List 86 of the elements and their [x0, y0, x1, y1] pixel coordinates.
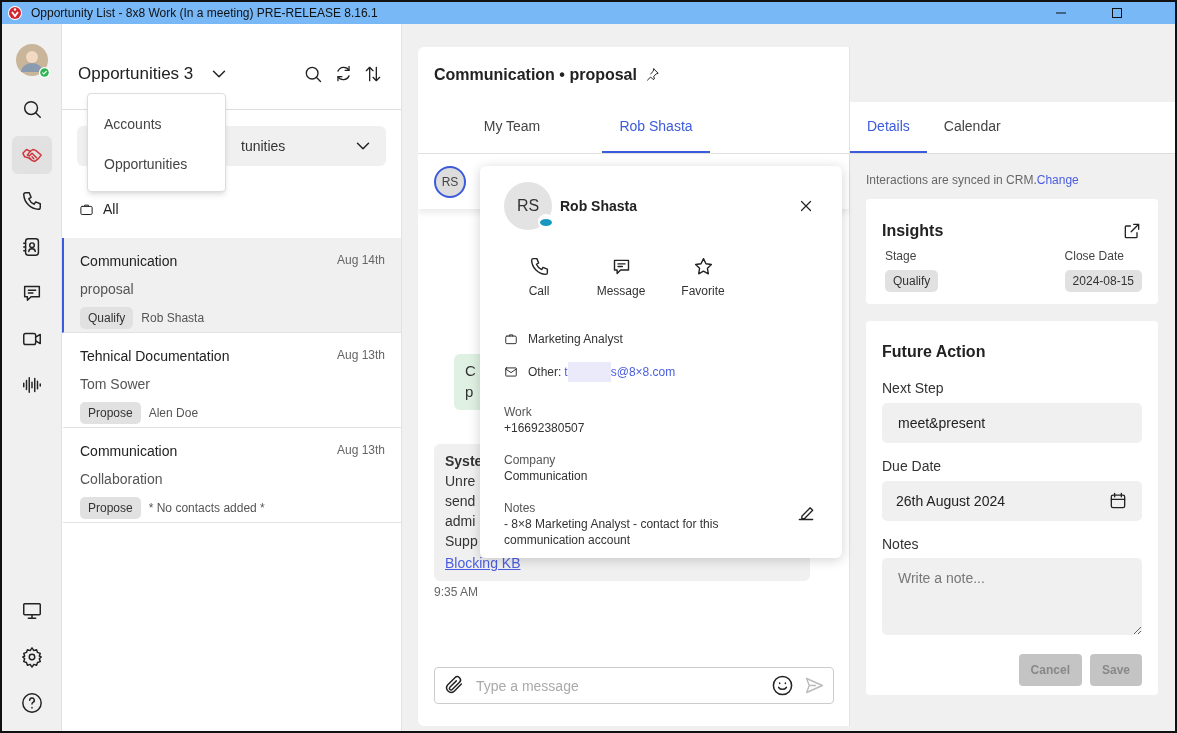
tab[interactable]: Rob Shasta	[602, 102, 710, 153]
message-text: Supp	[445, 532, 478, 551]
sync-note: Interactions are synced in CRM.Change	[866, 172, 1080, 189]
paperclip-icon	[443, 674, 465, 696]
mail-icon	[504, 365, 518, 379]
field-label: Notes	[882, 535, 920, 554]
window-title: Opportunity List - 8x8 Work (In a meeting) PRE-RELEASE 8.16.1	[31, 5, 378, 22]
field-label: Next Step	[882, 379, 945, 398]
tab[interactable]: Details	[850, 102, 927, 153]
app-logo-icon	[8, 6, 22, 20]
star-icon	[692, 256, 714, 277]
contact-avatar: RS	[504, 182, 552, 230]
conversation-title: Communication • proposal	[434, 64, 637, 85]
external-link-icon	[1122, 221, 1142, 241]
row-title: Tehnical Documentation	[80, 347, 230, 366]
row-date: Aug 13th	[336, 347, 385, 364]
stage-badge: Qualify	[80, 307, 134, 329]
phone-icon	[528, 256, 550, 277]
filter-value: tunities	[241, 136, 286, 156]
send-icon	[804, 675, 825, 696]
message-text: C	[465, 362, 476, 380]
message-text: admi	[445, 512, 476, 531]
phone-icon	[20, 190, 43, 212]
scope-label: All	[103, 200, 119, 219]
pin-icon	[644, 67, 660, 82]
next-step-field[interactable]: meet&present	[882, 403, 1142, 443]
row-subtitle: Collaboration	[80, 471, 163, 487]
field-value: Communication	[504, 468, 589, 484]
panel-title: Opportunities 3	[78, 62, 194, 85]
field-label: Stage	[885, 248, 917, 265]
stage-badge: Qualify	[885, 270, 939, 292]
monitor-icon	[20, 600, 43, 622]
cloud-badge-icon	[538, 214, 554, 230]
favorite-button[interactable]: Favorite	[672, 256, 734, 300]
row-subtitle: proposal	[80, 281, 134, 297]
row-date: Aug 13th	[336, 442, 385, 459]
row-title: Communication	[80, 252, 178, 271]
participant-avatar[interactable]: RS	[434, 165, 466, 198]
tab[interactable]: Calendar	[926, 102, 1018, 153]
contact-name: Rob Shasta	[560, 196, 637, 216]
due-date-field[interactable]: 26th August 2024	[882, 481, 1142, 521]
date-badge: 2024-08-15	[1064, 270, 1142, 292]
email-link[interactable]: s@8×8.com	[610, 363, 676, 381]
email-label: Other:	[528, 364, 562, 381]
row-subtitle: Tom Sower	[80, 376, 151, 392]
settings-icon	[20, 646, 43, 668]
opportunity-row[interactable]: Communication Aug 14th proposal Qualify Rob Shasta	[62, 238, 401, 333]
stage-badge: Propose	[80, 497, 141, 519]
row-date: Aug 14th	[336, 252, 385, 269]
field-value: +16692380507	[504, 420, 586, 436]
opportunity-row[interactable]: Communication Aug 13th Collaboration Propose * No contacts added *	[62, 428, 401, 523]
opportunity-row[interactable]: Tehnical Documentation Aug 13th Tom Sower Propose Alen Doe	[62, 333, 401, 428]
calendar-icon	[1108, 491, 1128, 511]
field-label: Work	[504, 404, 532, 420]
help-icon	[20, 692, 43, 714]
message-field[interactable]: Type a message	[434, 667, 834, 704]
tab[interactable]: My Team	[458, 102, 566, 153]
message-text: Unre	[445, 472, 476, 491]
field-label: Close Date	[1064, 248, 1124, 265]
field-label: Due Date	[882, 457, 943, 476]
job-title: Marketing Analyst	[528, 331, 623, 348]
field-label: Company	[504, 452, 556, 468]
card-title: Insights	[882, 221, 944, 241]
message-text: send	[445, 492, 476, 511]
emoji-icon	[771, 674, 794, 697]
kb-link[interactable]: Blocking KB	[445, 553, 521, 573]
message-text: p	[465, 383, 474, 401]
message-time: 9:35 AM	[434, 584, 480, 601]
row-contact: * No contacts added *	[148, 500, 265, 517]
row-contact: Rob Shasta	[141, 310, 205, 327]
briefcase-icon	[79, 202, 94, 217]
stage-badge: Propose	[80, 402, 141, 424]
briefcase-icon	[504, 332, 518, 346]
field-label: Notes	[504, 500, 536, 516]
message-text: Syste	[445, 452, 483, 471]
status-badge-icon	[38, 67, 50, 78]
change-link[interactable]: Change	[1036, 173, 1079, 187]
card-title: Future Action	[882, 342, 987, 362]
maximize-icon	[1112, 8, 1122, 18]
field-value: - 8×8 Marketing Analyst - contact for this communication account	[504, 516, 720, 548]
waveform-icon	[20, 374, 43, 396]
message-button[interactable]: Message	[590, 256, 652, 300]
call-button[interactable]: Call	[508, 256, 570, 300]
notes-field[interactable]: Write a note...	[882, 558, 1142, 635]
row-title: Communication	[80, 442, 178, 461]
row-contact: Alen Doe	[148, 405, 199, 422]
